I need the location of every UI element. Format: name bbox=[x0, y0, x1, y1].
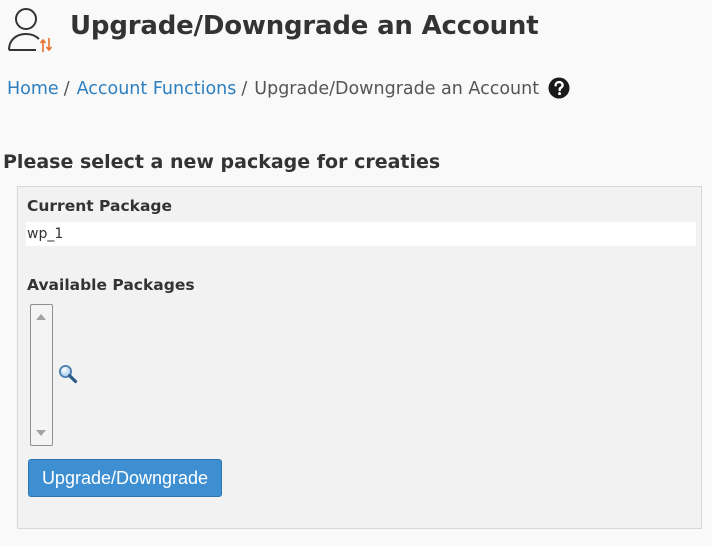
upgrade-downgrade-button[interactable]: Upgrade/Downgrade bbox=[28, 459, 222, 497]
breadcrumb-link-home[interactable]: Home bbox=[7, 79, 59, 99]
scroll-up-arrow-icon[interactable] bbox=[36, 314, 46, 320]
available-packages-label: Available Packages bbox=[27, 276, 195, 294]
section-heading: Please select a new package for creaties bbox=[3, 151, 441, 173]
page-title: Upgrade/Downgrade an Account bbox=[70, 11, 539, 41]
current-package-value: wp_1 bbox=[26, 222, 696, 246]
question-circle-icon[interactable] bbox=[548, 77, 570, 99]
breadcrumb-separator: / bbox=[63, 79, 70, 99]
breadcrumb-current: Upgrade/Downgrade an Account bbox=[254, 79, 540, 99]
user-upgrade-icon bbox=[8, 8, 53, 52]
breadcrumb-link-account-functions[interactable]: Account Functions bbox=[77, 79, 237, 99]
breadcrumb: Home / Account Functions / Upgrade/Downg… bbox=[7, 77, 570, 99]
scroll-down-arrow-icon[interactable] bbox=[36, 430, 46, 436]
magnifier-icon[interactable] bbox=[58, 364, 78, 384]
current-package-label: Current Package bbox=[27, 197, 173, 215]
available-packages-listbox[interactable] bbox=[30, 304, 53, 446]
package-form-panel: Current Package wp_1 Available Packages … bbox=[17, 186, 702, 529]
page-header bbox=[6, 6, 56, 56]
breadcrumb-separator: / bbox=[241, 79, 248, 99]
